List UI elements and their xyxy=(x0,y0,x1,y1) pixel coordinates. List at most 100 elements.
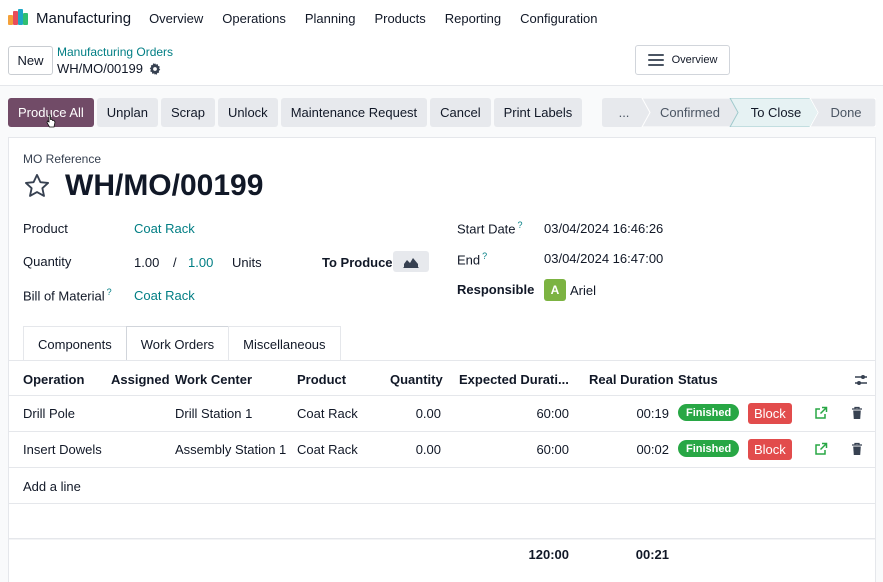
unlock-button[interactable]: Unlock xyxy=(217,98,278,127)
table-row[interactable]: Insert Dowels Assembly Station 1 Coat Ra… xyxy=(9,432,875,467)
start-date-field[interactable]: 03/04/2024 16:46:26 xyxy=(544,221,663,236)
start-date-label: Start Date? xyxy=(457,220,523,236)
bom-label-text: Bill of Material xyxy=(23,288,105,304)
row-product: Coat Rack xyxy=(297,406,358,421)
bom-field[interactable]: Coat Rack xyxy=(134,288,195,303)
product-label: Product xyxy=(23,221,68,236)
block-button[interactable]: Block xyxy=(748,439,792,460)
menu-products[interactable]: Products xyxy=(374,11,425,26)
to-produce-label: To Produce xyxy=(322,255,393,270)
record-name: WH/MO/00199 xyxy=(57,61,143,76)
row-product: Coat Rack xyxy=(297,442,358,457)
help-icon[interactable]: ? xyxy=(518,220,523,230)
quantity-label: Quantity xyxy=(23,254,72,269)
overview-button[interactable]: Overview xyxy=(635,45,730,75)
maintenance-request-button[interactable]: Maintenance Request xyxy=(280,98,428,127)
pointer-cursor-icon xyxy=(46,114,56,128)
total-real-duration: 00:21 xyxy=(635,547,669,562)
mo-reference-label: MO Reference xyxy=(23,152,102,166)
column-operation[interactable]: Operation xyxy=(23,372,84,387)
form-sheet: MO Reference WH/MO/00199 Product Coat Ra… xyxy=(8,137,876,582)
end-date-label-text: End xyxy=(457,252,481,268)
status-bar: ... Confirmed To Close Done xyxy=(602,98,876,127)
start-date-label-text: Start Date xyxy=(457,221,516,237)
row-real-duration: 00:19 xyxy=(636,406,669,421)
avatar: A xyxy=(544,279,566,301)
menu-icon xyxy=(647,54,664,66)
row-operation: Insert Dowels xyxy=(23,442,102,457)
stage-to-close-label: To Close xyxy=(751,105,802,120)
area-chart-icon xyxy=(403,257,419,268)
notebook-tabs: Components Work Orders Miscellaneous xyxy=(23,326,341,361)
add-line-link[interactable]: Add a line xyxy=(23,479,81,494)
quantity-target-field[interactable]: 1.00 xyxy=(188,255,213,270)
manufacturing-app-icon[interactable] xyxy=(8,9,30,27)
row-work-center: Assembly Station 1 xyxy=(175,442,287,457)
quantity-field[interactable]: 1.00 xyxy=(134,255,159,270)
table-row[interactable]: Drill Pole Drill Station 1 Coat Rack 0.0… xyxy=(9,396,875,431)
app-title[interactable]: Manufacturing xyxy=(36,10,131,27)
unplan-button[interactable]: Unplan xyxy=(96,98,158,127)
star-icon[interactable] xyxy=(23,172,51,200)
forecast-graph-button[interactable] xyxy=(393,251,429,272)
top-navbar: Manufacturing Overview Operations Planni… xyxy=(0,0,883,36)
end-date-label: End? xyxy=(457,251,487,267)
optional-columns-icon[interactable] xyxy=(854,373,868,387)
row-divider xyxy=(9,467,875,468)
new-button[interactable]: New xyxy=(8,46,53,75)
cancel-button[interactable]: Cancel xyxy=(430,98,491,127)
breadcrumb-manufacturing-orders[interactable]: Manufacturing Orders xyxy=(57,45,173,59)
total-expected-duration: 120:00 xyxy=(528,547,569,562)
row-divider xyxy=(9,503,875,504)
menu-overview[interactable]: Overview xyxy=(149,11,203,26)
footer-top-divider xyxy=(9,539,875,540)
overview-label: Overview xyxy=(671,54,718,66)
responsible-field[interactable]: Ariel xyxy=(570,283,596,298)
tabs-divider xyxy=(9,360,875,361)
tab-miscellaneous[interactable]: Miscellaneous xyxy=(228,326,341,361)
menu-reporting[interactable]: Reporting xyxy=(445,11,501,26)
stage-done-label: Done xyxy=(830,105,861,120)
end-date-field[interactable]: 03/04/2024 16:47:00 xyxy=(544,251,663,266)
help-icon[interactable]: ? xyxy=(482,251,487,261)
menu-operations[interactable]: Operations xyxy=(222,11,286,26)
external-link-icon[interactable] xyxy=(814,406,828,420)
column-assigned[interactable]: Assigned xyxy=(111,372,170,387)
column-work-center[interactable]: Work Center xyxy=(175,372,252,387)
control-panel: New Manufacturing Orders WH/MO/00199 Ove… xyxy=(0,36,883,86)
block-button[interactable]: Block xyxy=(748,403,792,424)
trash-icon[interactable] xyxy=(851,406,863,420)
tab-work-orders[interactable]: Work Orders xyxy=(125,326,230,361)
column-quantity[interactable]: Quantity xyxy=(390,372,443,387)
action-buttons: Produce All Unplan Scrap Unlock Maintena… xyxy=(8,98,583,127)
row-quantity: 0.00 xyxy=(415,442,441,457)
column-product[interactable]: Product xyxy=(297,372,346,387)
menu-planning[interactable]: Planning xyxy=(305,11,356,26)
tab-components[interactable]: Components xyxy=(23,326,127,361)
scrap-button[interactable]: Scrap xyxy=(160,98,215,127)
external-link-icon[interactable] xyxy=(814,442,828,456)
stage-more-label: ... xyxy=(619,105,630,120)
quantity-separator: / xyxy=(173,255,177,270)
gear-icon[interactable] xyxy=(149,62,161,75)
record-breadcrumb: WH/MO/00199 xyxy=(57,61,161,76)
column-status[interactable]: Status xyxy=(678,372,718,387)
bom-label: Bill of Material? xyxy=(23,287,112,303)
stage-confirmed-label: Confirmed xyxy=(660,105,720,120)
row-expected-duration: 60:00 xyxy=(536,442,569,457)
responsible-label: Responsible xyxy=(457,282,535,297)
menu-configuration[interactable]: Configuration xyxy=(520,11,597,26)
row-expected-duration: 60:00 xyxy=(536,406,569,421)
trash-icon[interactable] xyxy=(851,442,863,456)
row-operation: Drill Pole xyxy=(23,406,76,421)
row-work-center: Drill Station 1 xyxy=(175,406,253,421)
product-field[interactable]: Coat Rack xyxy=(134,221,195,236)
column-expected-duration[interactable]: Expected Durati... xyxy=(459,372,569,387)
row-real-duration: 00:02 xyxy=(636,442,669,457)
help-icon[interactable]: ? xyxy=(107,287,112,297)
quantity-uom: Units xyxy=(232,255,262,270)
status-badge: Finished xyxy=(678,404,740,421)
status-badge: Finished xyxy=(678,440,740,457)
print-labels-button[interactable]: Print Labels xyxy=(493,98,583,127)
column-real-duration[interactable]: Real Duration xyxy=(589,372,674,387)
